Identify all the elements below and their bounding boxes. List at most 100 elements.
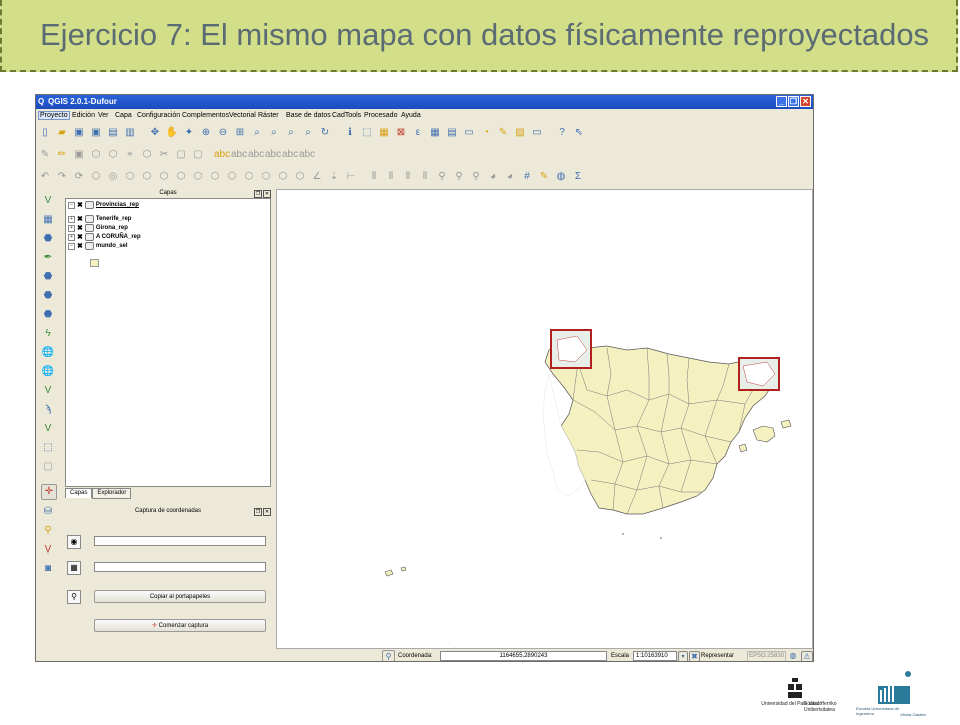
crs-indicator[interactable]: EPSG:25830 — [747, 651, 787, 661]
copy-features-icon[interactable]: ▢ — [174, 148, 188, 162]
cad-tool-3-icon[interactable]: ⊢ — [344, 170, 358, 184]
start-capture-button[interactable]: ✛ Comenzar captura — [94, 619, 266, 632]
add-part-icon[interactable]: ⬡ — [123, 170, 137, 184]
menu-proyecto[interactable]: Proyecto — [38, 111, 70, 120]
annotation-icon[interactable]: ▭ — [530, 126, 544, 140]
delete-ring-icon[interactable]: ⬡ — [157, 170, 171, 184]
help-icon[interactable]: ? — [555, 126, 569, 140]
expand-icon[interactable]: + — [68, 224, 75, 232]
menu-raster[interactable]: Ráster — [258, 112, 279, 119]
layer-item[interactable]: + ✖ Girona_rep — [68, 224, 128, 232]
add-virtual-layer-icon[interactable]: ϡ — [41, 403, 55, 417]
add-oracle-layer-icon[interactable]: ⬣ — [41, 289, 55, 303]
cad-tool-14-icon[interactable]: ◍ — [554, 170, 568, 184]
crs-select-icon[interactable]: ◉ — [67, 535, 81, 549]
new-bookmark-icon[interactable]: ▨ — [513, 126, 527, 140]
pan-hand-icon[interactable]: ✋ — [165, 126, 179, 140]
merge-attributes-icon[interactable]: ⬡ — [276, 170, 290, 184]
statistics-icon[interactable]: ▤ — [445, 126, 459, 140]
cad-tool-13-icon[interactable]: ✎ — [537, 170, 551, 184]
deselect-icon[interactable]: ⊠ — [394, 126, 408, 140]
label-tool-icon[interactable]: abc — [214, 148, 230, 162]
delete-selected-icon[interactable]: ⬡ — [140, 148, 154, 162]
close-panel-button[interactable]: ✕ — [263, 508, 271, 516]
add-wcs-layer-icon[interactable]: ϟ — [41, 327, 55, 341]
coordinate-field[interactable]: 1164655,2890243 — [440, 651, 607, 661]
tab-capas[interactable]: Capas — [65, 488, 93, 498]
composer-manager-icon[interactable]: ▥ — [123, 126, 137, 140]
expand-icon[interactable]: + — [68, 215, 75, 223]
zoom-last-icon[interactable]: ⌕ — [284, 126, 298, 140]
add-wms-layer-icon[interactable]: ⬣ — [41, 308, 55, 322]
measure-icon[interactable]: ▭ — [462, 126, 476, 140]
visibility-check-icon[interactable]: ✖ — [77, 215, 83, 223]
tab-explorador[interactable]: Explorador — [92, 488, 132, 499]
zoom-out-icon[interactable]: ⊖ — [216, 126, 230, 140]
cad-tool-11-icon[interactable]: ◕ — [486, 170, 500, 184]
pin-labels-icon[interactable]: abc — [231, 148, 247, 162]
change-label-icon[interactable]: abc — [299, 148, 315, 162]
reshape-icon[interactable]: ⬡ — [191, 170, 205, 184]
track-mouse-icon[interactable]: ⚲ — [67, 590, 81, 604]
layer-item[interactable]: − ✖ Provincias_rep — [68, 201, 139, 209]
close-panel-button[interactable]: ✕ — [263, 190, 271, 198]
zoom-in-icon[interactable]: ⊕ — [199, 126, 213, 140]
print-composer-icon[interactable]: ▤ — [106, 126, 120, 140]
menu-procesado[interactable]: Procesado — [364, 112, 397, 119]
add-feature-icon[interactable]: ⬡ — [89, 148, 103, 162]
split-parts-icon[interactable]: ⬡ — [242, 170, 256, 184]
zoom-full-icon[interactable]: ⊞ — [233, 126, 247, 140]
menu-edicion[interactable]: Edición — [72, 112, 95, 119]
menu-capa[interactable]: Capa — [115, 112, 132, 119]
menu-vectorial[interactable]: Vectorial — [229, 112, 256, 119]
save-as-icon[interactable]: ▣ — [89, 126, 103, 140]
visibility-check-icon[interactable]: ✖ — [77, 224, 83, 232]
select-features-icon[interactable]: ⬚ — [360, 126, 374, 140]
canvas-coordinate-field[interactable] — [94, 562, 266, 572]
add-mssql-layer-icon[interactable]: ⬣ — [41, 270, 55, 284]
redo-icon[interactable]: ↷ — [55, 170, 69, 184]
layer-item[interactable]: + ✖ A CORUÑA_rep — [68, 233, 141, 241]
menu-ayuda[interactable]: Ayuda — [401, 112, 421, 119]
merge-features-icon[interactable]: ⬡ — [259, 170, 273, 184]
delete-part-icon[interactable]: ⬡ — [174, 170, 188, 184]
show-labels-icon[interactable]: abc — [248, 148, 264, 162]
raster-terrain-icon[interactable]: ◙ — [41, 562, 55, 576]
cad-tool-12-icon[interactable]: ◕ — [503, 170, 517, 184]
select-rect-icon[interactable]: ▦ — [377, 126, 391, 140]
close-button[interactable]: ✕ — [800, 96, 811, 107]
collapse-icon[interactable]: − — [68, 242, 75, 250]
undo-icon[interactable]: ↶ — [38, 170, 52, 184]
cad-tool-8-icon[interactable]: ⚲ — [435, 170, 449, 184]
add-spatialite-layer-icon[interactable]: ✒ — [41, 251, 55, 265]
rotate-label-icon[interactable]: abc — [282, 148, 298, 162]
copy-to-clipboard-button[interactable]: Copiar al portapapeles — [94, 590, 266, 603]
remove-layer-icon[interactable]: ▢ — [41, 460, 55, 474]
move-label-icon[interactable]: abc — [265, 148, 281, 162]
new-project-icon[interactable]: ▯ — [38, 126, 52, 140]
new-shapefile-icon[interactable]: V — [41, 422, 55, 436]
heatmap-icon[interactable]: Ṿ — [41, 543, 55, 557]
zoom-selection-icon[interactable]: ⌕ — [250, 126, 264, 140]
toggle-editing-icon[interactable]: ✏ — [55, 148, 69, 162]
rotate-symbols-icon[interactable]: ⬡ — [293, 170, 307, 184]
crs-globe-icon[interactable]: ◍ — [788, 651, 798, 661]
add-ring-icon[interactable]: ◎ — [106, 170, 120, 184]
toggle-extents-icon[interactable]: ⚲ — [382, 650, 395, 661]
rotate-feature-icon[interactable]: ⟳ — [72, 170, 86, 184]
scale-dropdown-icon[interactable]: ▾ — [678, 651, 688, 661]
crs-coordinate-field[interactable] — [94, 536, 266, 546]
float-panel-button[interactable]: ❐ — [254, 190, 262, 198]
minimize-button[interactable]: _ — [776, 96, 787, 107]
bookmark-icon[interactable]: ✎ — [496, 126, 510, 140]
menu-base-de-datos[interactable]: Base de datos — [286, 112, 331, 119]
cad-tool-2-icon[interactable]: ⇣ — [327, 170, 341, 184]
cad-tool-5-icon[interactable]: ⫴ — [384, 170, 398, 184]
map-canvas[interactable] — [276, 189, 813, 649]
cad-tool-6-icon[interactable]: ⫴ — [401, 170, 415, 184]
georeferencer-icon[interactable]: ⛁ — [41, 505, 55, 519]
cad-tool-7-icon[interactable]: ⫴ — [418, 170, 432, 184]
menu-complementos[interactable]: Complementos — [182, 112, 229, 119]
node-tool-icon[interactable]: ⌖ — [123, 148, 137, 162]
save-edits-icon[interactable]: ▣ — [72, 148, 86, 162]
